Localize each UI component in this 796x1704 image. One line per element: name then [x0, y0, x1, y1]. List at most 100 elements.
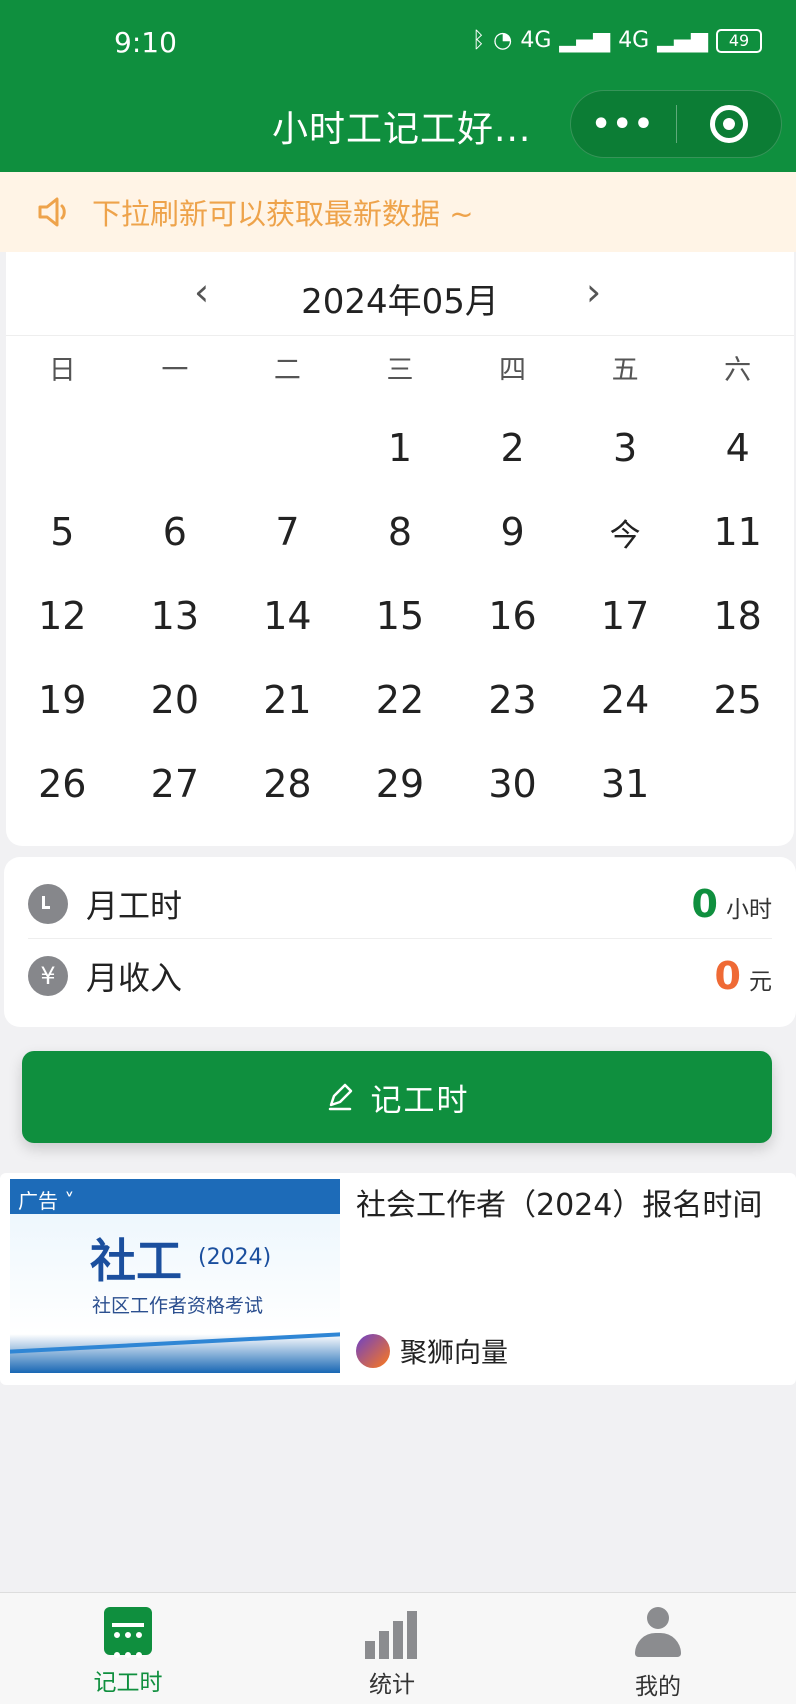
monthly-income-value: 0: [714, 954, 741, 998]
network-4g-label-2: 4G: [618, 28, 650, 53]
battery-icon: 49: [716, 28, 762, 53]
status-time: 9:10: [114, 26, 177, 59]
monthly-hours-label: 月工时: [86, 886, 183, 925]
calendar-day[interactable]: 19: [6, 658, 119, 742]
wifi-icon: ◔: [493, 28, 513, 53]
pencil-icon: [328, 1083, 352, 1111]
weekday-sun: 日: [48, 355, 76, 386]
calendar-day[interactable]: 23: [456, 658, 569, 742]
status-icons: ᛒ ◔ 4G ▂▄▆ 4G ▂▄▆ 49: [472, 28, 762, 53]
calendar-day[interactable]: 9: [456, 490, 569, 574]
monthly-income-value-group: 0 元: [715, 954, 772, 998]
calendar-day[interactable]: 5: [6, 490, 119, 574]
calendar-icon: [104, 1607, 152, 1658]
more-button[interactable]: •••: [571, 107, 676, 142]
weekday-wed: 三: [386, 355, 414, 386]
calendar-day[interactable]: 22: [344, 658, 457, 742]
ad-title[interactable]: 社会工作者（2024）报名时间: [356, 1185, 770, 1227]
weekday-header: 日 一 二 三 四 五 六: [6, 348, 794, 387]
ad-image-subtitle: 社区工作者资格考试: [92, 1295, 264, 1317]
monthly-hours-unit: 小时: [726, 896, 772, 923]
weekday-tue: 二: [273, 355, 301, 386]
calendar-day[interactable]: 18: [681, 574, 794, 658]
notice-text: 下拉刷新可以获取最新数据 ~: [92, 197, 474, 231]
current-month: 2024年05月: [301, 282, 499, 322]
calendar-day[interactable]: 1: [344, 406, 457, 490]
bottom-tab-bar: 记工时 统计 我的: [0, 1592, 796, 1704]
tab-record-hours-label: 记工时: [93, 1670, 163, 1696]
brand-logo-icon: [356, 1333, 390, 1368]
signal-icon: ▂▄▆: [559, 28, 611, 53]
page-title: 小时工记工好...: [272, 109, 532, 150]
weekday-mon: 一: [161, 355, 189, 386]
calendar-day[interactable]: 17: [569, 574, 682, 658]
tab-me[interactable]: 我的: [578, 1607, 738, 1701]
monthly-income-row: ¥ 月收入 0 元: [28, 941, 772, 1011]
calendar-day[interactable]: 12: [6, 574, 119, 658]
calendar-day[interactable]: 31: [569, 742, 682, 826]
monthly-income-label: 月收入: [86, 959, 183, 997]
calendar-empty-cell: [231, 406, 344, 490]
app-header: 9:10 ᛒ ◔ 4G ▂▄▆ 4G ▂▄▆ 49 小时工记工好... •••: [0, 0, 796, 172]
calendar-day[interactable]: 7: [231, 490, 344, 574]
calendar-day[interactable]: 27: [119, 742, 232, 826]
record-hours-button[interactable]: 记工时: [22, 1051, 772, 1143]
calendar-day[interactable]: 11: [681, 490, 794, 574]
tab-statistics-label: 统计: [369, 1672, 415, 1698]
calendar-day[interactable]: 13: [119, 574, 232, 658]
calendar-day[interactable]: 21: [231, 658, 344, 742]
calendar-day[interactable]: 29: [344, 742, 457, 826]
calendar-day[interactable]: 30: [456, 742, 569, 826]
calendar-empty-cell: [6, 406, 119, 490]
calendar-day[interactable]: 15: [344, 574, 457, 658]
mini-program-screen: 9:10 ᛒ ◔ 4G ▂▄▆ 4G ▂▄▆ 49 小时工记工好... ••• …: [0, 0, 796, 1704]
ad-decorative-line: [10, 1332, 340, 1354]
month-selector: ‹ 2024年05月 ›: [6, 252, 794, 336]
advertisement-card[interactable]: 广告 ˅ 社工 (2024) 社区工作者资格考试 社会工作者（2024）报名时间…: [0, 1173, 796, 1385]
next-month-button[interactable]: ›: [586, 270, 601, 314]
calendar-empty-cell: [681, 742, 794, 826]
clock-icon: [28, 883, 68, 924]
monthly-summary-card: 月工时 0 小时 ¥ 月收入 0 元: [4, 857, 796, 1027]
calendar-day[interactable]: 2: [456, 406, 569, 490]
calendar-day[interactable]: 6: [119, 490, 232, 574]
weekday-fri: 五: [611, 355, 639, 386]
target-icon: [709, 105, 748, 143]
monthly-hours-row: 月工时 0 小时: [28, 869, 772, 939]
monthly-hours-value-group: 0 小时: [692, 882, 772, 926]
ad-tag[interactable]: 广告 ˅: [18, 1185, 74, 1214]
calendar-day[interactable]: 8: [344, 490, 457, 574]
speaker-icon: [38, 197, 66, 227]
weekday-thu: 四: [499, 355, 527, 386]
ad-image-title: 社工: [90, 1234, 182, 1288]
chart-icon: [365, 1607, 419, 1659]
calendar-today[interactable]: 今: [569, 490, 682, 574]
calendar-day[interactable]: 14: [231, 574, 344, 658]
ad-brand[interactable]: 聚狮向量: [356, 1331, 508, 1370]
calendar-day[interactable]: 4: [681, 406, 794, 490]
close-mini-program-button[interactable]: [677, 90, 782, 158]
ad-image-year: (2024): [198, 1245, 272, 1270]
calendar-day[interactable]: 20: [119, 658, 232, 742]
calendar-days: 1 2 3 4 5 6 7 8 9 今 11 12 13 14 15 16 17…: [6, 406, 794, 826]
yen-icon: ¥: [28, 956, 68, 996]
calendar-day[interactable]: 26: [6, 742, 119, 826]
monthly-hours-value: 0: [691, 881, 718, 926]
calendar-day[interactable]: 24: [569, 658, 682, 742]
calendar-day[interactable]: 3: [569, 406, 682, 490]
tab-statistics[interactable]: 统计: [312, 1607, 472, 1699]
calendar-day[interactable]: 25: [681, 658, 794, 742]
weekday-sat: 六: [724, 355, 752, 386]
refresh-notice: 下拉刷新可以获取最新数据 ~: [0, 172, 796, 252]
signal-icon-2: ▂▄▆: [657, 28, 708, 53]
tab-me-label: 我的: [635, 1674, 681, 1700]
calendar-day[interactable]: 16: [456, 574, 569, 658]
calendar-day[interactable]: 28: [231, 742, 344, 826]
brand-name: 聚狮向量: [400, 1338, 508, 1369]
ad-image[interactable]: 广告 ˅ 社工 (2024) 社区工作者资格考试: [10, 1179, 340, 1373]
calendar-card: ‹ 2024年05月 › 日 一 二 三 四 五 六 1 2 3 4 5 6 7…: [6, 252, 794, 846]
tab-record-hours[interactable]: 记工时: [48, 1607, 208, 1697]
record-hours-label: 记工时: [370, 1082, 470, 1119]
network-4g-label: 4G: [520, 28, 552, 53]
calendar-empty-cell: [119, 406, 232, 490]
